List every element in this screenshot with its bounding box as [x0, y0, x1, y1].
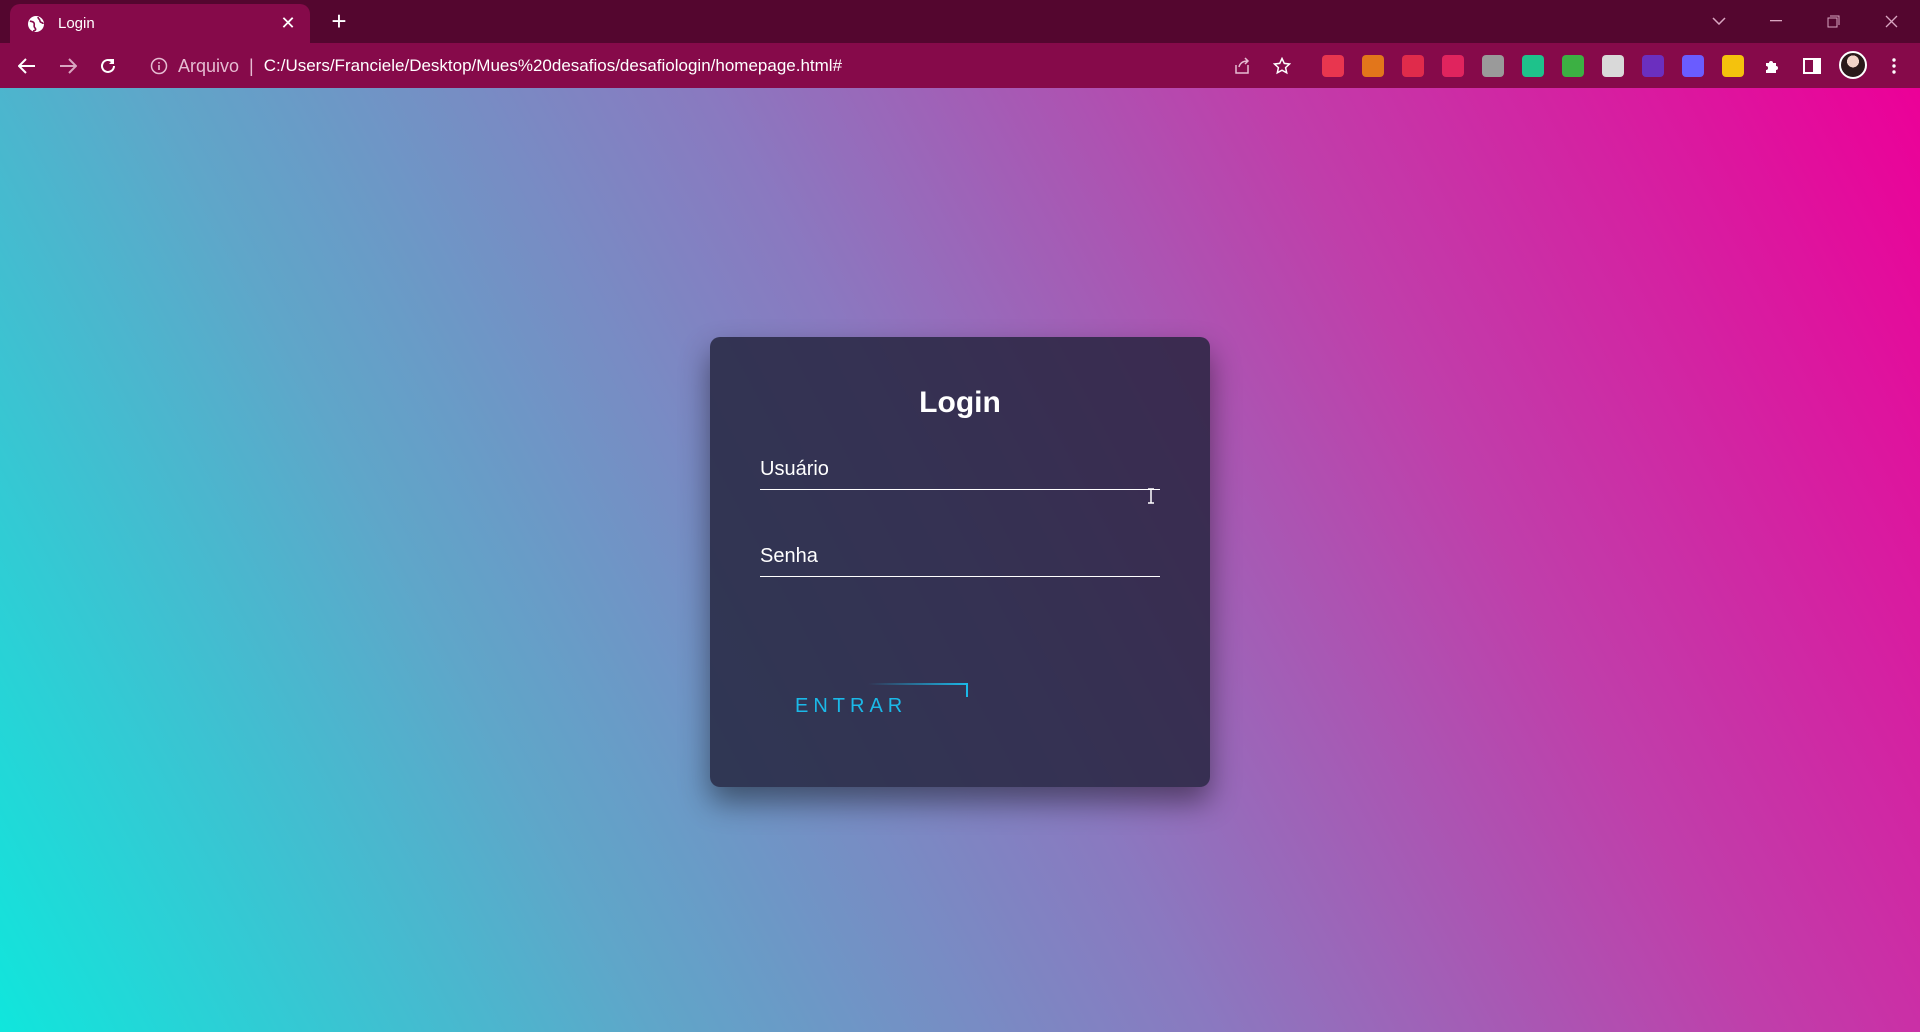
more-menu-icon[interactable] [1879, 51, 1909, 81]
ext-stack-icon[interactable] [1562, 55, 1584, 77]
ext-hook-icon[interactable] [1522, 55, 1544, 77]
button-accent-line [868, 683, 968, 685]
url-text[interactable]: C:/Users/Franciele/Desktop/Mues%20desafi… [264, 56, 842, 76]
scheme-label: Arquivo [178, 55, 240, 76]
minimize-button[interactable] [1763, 8, 1789, 34]
address-bar[interactable]: Arquivo | C:/Users/Franciele/Desktop/Mue… [140, 49, 1270, 83]
side-panel-icon[interactable] [1797, 51, 1827, 81]
password-input[interactable] [760, 537, 1160, 576]
password-field [760, 537, 1160, 577]
ext-gear-icon[interactable] [1602, 55, 1624, 77]
username-input[interactable] [760, 450, 1160, 489]
back-button[interactable] [12, 51, 42, 81]
tab-strip: Login ✕ + [0, 0, 1920, 43]
ext-video-icon[interactable] [1642, 55, 1664, 77]
omnibox-separator: | [249, 55, 254, 76]
submit-button[interactable]: ENTRAR [770, 683, 968, 729]
forward-button[interactable] [53, 51, 83, 81]
username-field [760, 450, 1160, 490]
tab-title: Login [58, 15, 95, 32]
restore-button[interactable] [1820, 8, 1846, 34]
text-cursor-icon [1148, 488, 1154, 504]
globe-icon [26, 14, 46, 34]
profile-avatar[interactable] [1839, 51, 1867, 79]
extensions-puzzle-icon[interactable] [1757, 51, 1787, 81]
submit-label: ENTRAR [795, 694, 908, 717]
ext-w-icon[interactable] [1722, 55, 1744, 77]
share-icon[interactable] [1227, 51, 1257, 81]
ext-flower-icon[interactable] [1682, 55, 1704, 77]
login-title: Login [919, 386, 1001, 419]
browser-tab[interactable]: Login ✕ [10, 4, 310, 43]
page-background: Login ENTRAR [0, 88, 1920, 1032]
ext-m-icon[interactable] [1402, 55, 1424, 77]
ext-fox-icon[interactable] [1362, 55, 1384, 77]
ext-person-icon[interactable] [1442, 55, 1464, 77]
chevron-down-icon[interactable] [1706, 8, 1732, 34]
reload-button[interactable] [93, 51, 123, 81]
info-icon[interactable] [150, 57, 168, 75]
bookmark-star-icon[interactable] [1267, 51, 1297, 81]
close-icon[interactable]: ✕ [278, 13, 298, 34]
new-tab-button[interactable]: + [326, 8, 352, 34]
button-accent-corner [966, 683, 968, 697]
ext-red-grid-icon[interactable] [1322, 55, 1344, 77]
login-card: Login ENTRAR [710, 337, 1210, 787]
browser-toolbar: Arquivo | C:/Users/Franciele/Desktop/Mue… [0, 43, 1920, 88]
window-close-button[interactable] [1878, 8, 1904, 34]
ext-pen-icon[interactable] [1482, 55, 1504, 77]
